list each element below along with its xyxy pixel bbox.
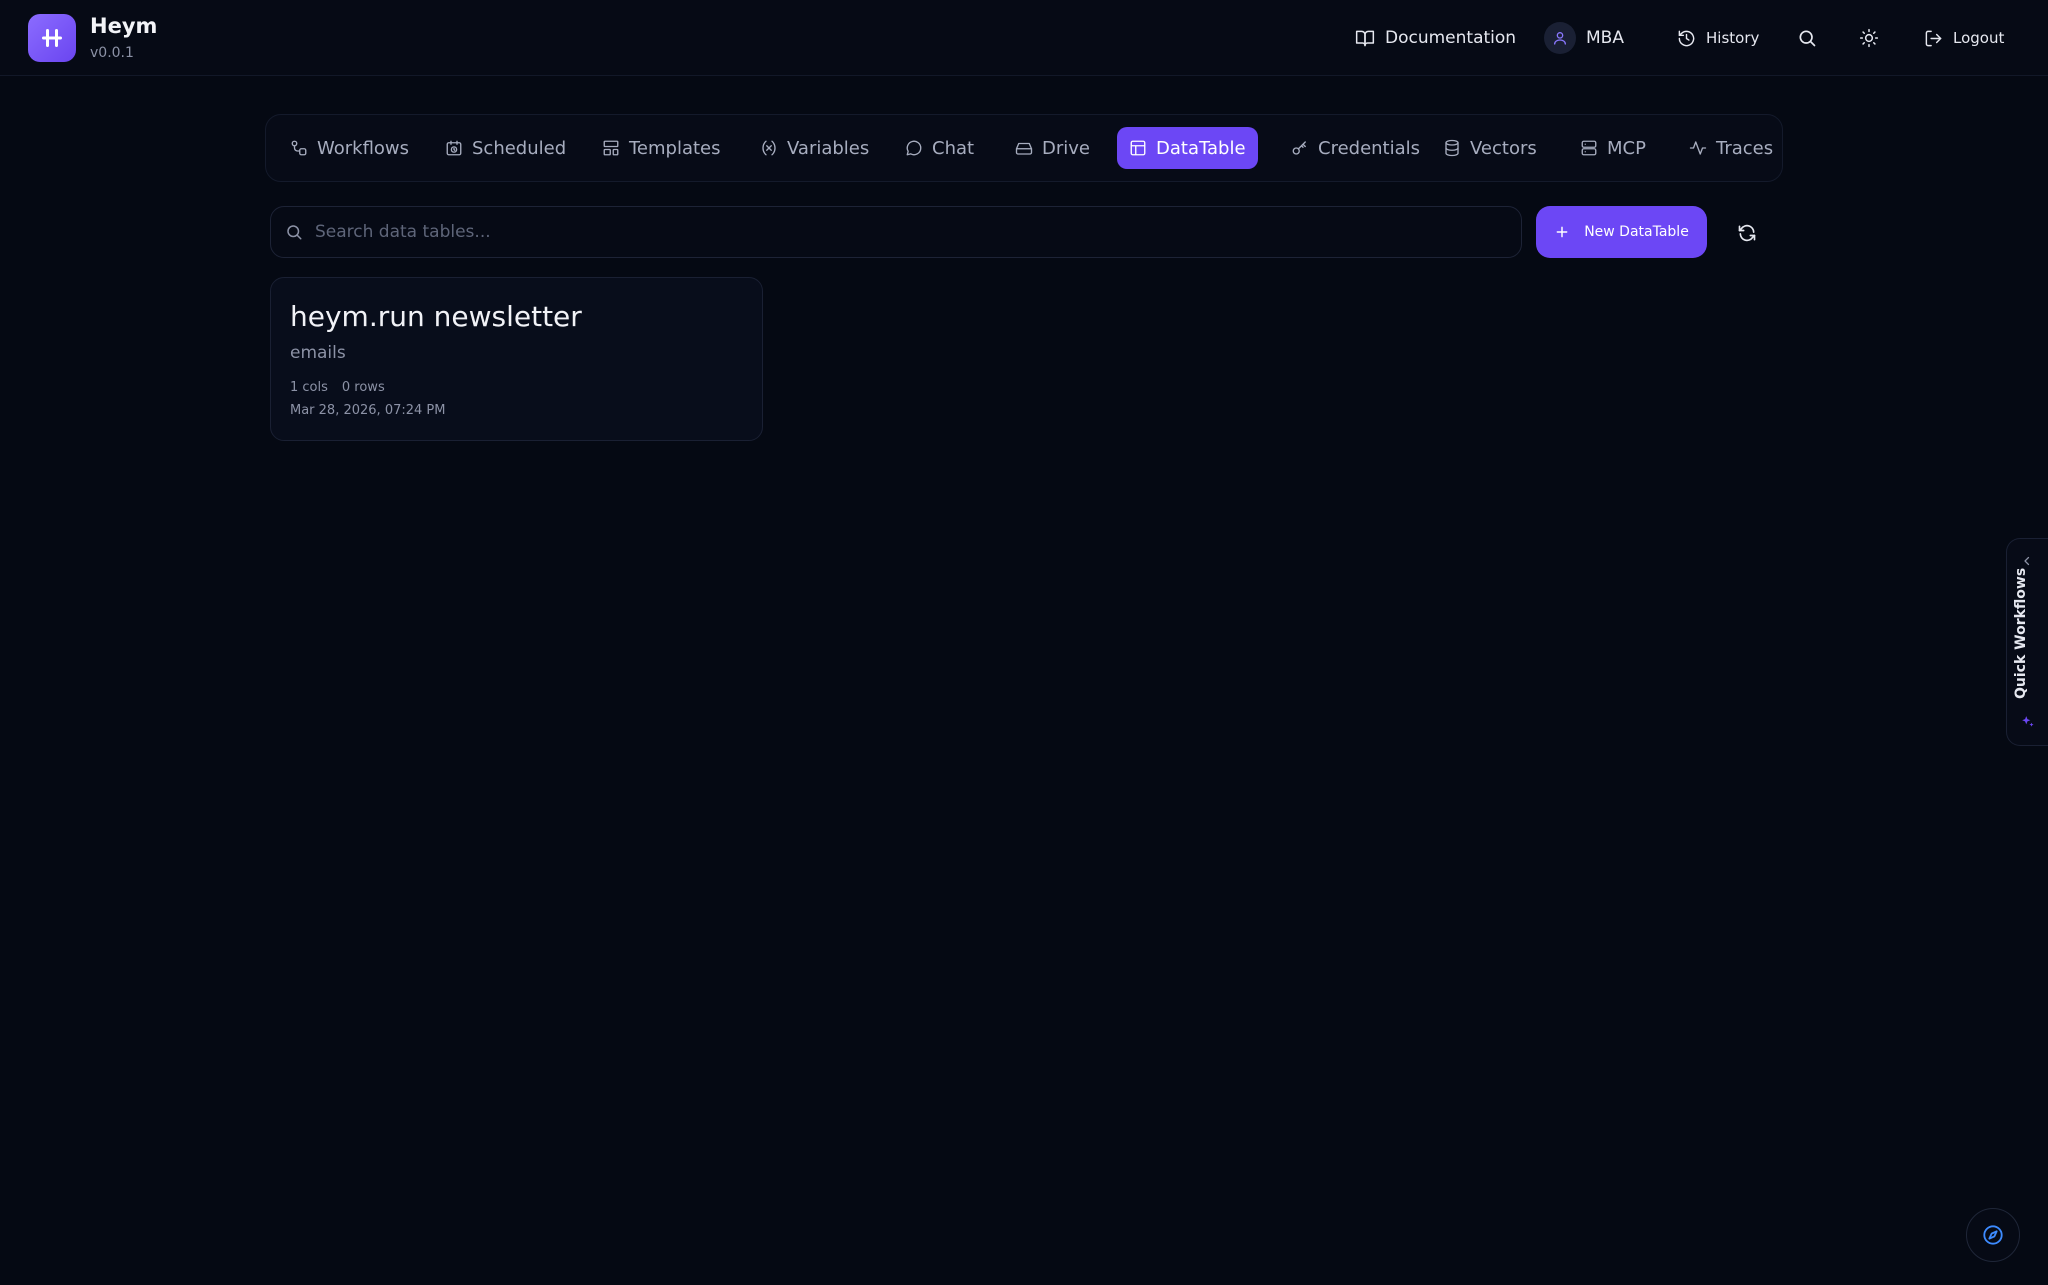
- main-nav: Workflows Scheduled Templates Variables …: [265, 114, 1783, 182]
- refresh-button[interactable]: [1732, 218, 1762, 248]
- theme-toggle[interactable]: [1859, 22, 1879, 54]
- column-count: 1 cols: [290, 380, 328, 395]
- row-count: 0 rows: [341, 380, 385, 395]
- variable-icon: [762, 140, 776, 156]
- tab-label: MCP: [1607, 137, 1646, 159]
- new-datatable-button[interactable]: New DataTable: [1536, 206, 1707, 258]
- compass-icon: [1983, 1225, 2003, 1245]
- datatable-date: Mar 28, 2026, 07:24 PM: [290, 403, 446, 418]
- tab-variables[interactable]: Variables: [748, 127, 881, 169]
- top-header: Heym v0.0.1 Documentation MBA History Lo…: [0, 0, 2048, 76]
- database-icon: [1445, 139, 1459, 157]
- datatable-card[interactable]: heym.run newsletter emails 1 cols 0 rows…: [270, 277, 763, 441]
- tab-vectors[interactable]: Vectors: [1431, 127, 1549, 169]
- avatar: [1544, 22, 1576, 54]
- chat-bubble-icon: [906, 140, 922, 156]
- new-datatable-label: New DataTable: [1584, 224, 1689, 240]
- user-icon: [1554, 32, 1566, 45]
- activity-icon: [1689, 141, 1707, 155]
- template-icon: [603, 140, 619, 156]
- search-input[interactable]: [315, 212, 1521, 252]
- workflows-icon: [291, 140, 307, 156]
- tab-label: Drive: [1042, 137, 1090, 159]
- tab-scheduled[interactable]: Scheduled: [433, 127, 578, 169]
- heym-logo[interactable]: [28, 14, 76, 62]
- chevron-left-icon[interactable]: [2021, 555, 2033, 567]
- tab-label: Variables: [787, 137, 870, 159]
- quick-workflows-panel[interactable]: Quick Workflows: [2006, 538, 2048, 746]
- search-icon: [1799, 30, 1816, 47]
- table-icon: [1130, 140, 1146, 156]
- logout-label: Logout: [1953, 29, 2005, 47]
- datatable-title: heym.run newsletter: [290, 300, 582, 333]
- quick-workflows-label: Quick Workflows: [2013, 567, 2029, 699]
- tab-label: Templates: [629, 137, 721, 159]
- datatable-description: emails: [290, 343, 346, 363]
- key-icon: [1292, 141, 1306, 155]
- tab-label: Chat: [932, 137, 975, 159]
- sun-icon: [1859, 28, 1879, 48]
- tab-workflows[interactable]: Workflows: [278, 127, 421, 169]
- history-icon: [1678, 30, 1695, 46]
- plus-icon: [1556, 226, 1568, 238]
- app-name: Heym: [90, 14, 158, 38]
- tab-mcp[interactable]: MCP: [1568, 127, 1658, 169]
- history-button[interactable]: History: [1677, 22, 1759, 54]
- logout-button[interactable]: Logout: [1924, 22, 2004, 54]
- user-label: MBA: [1586, 28, 1624, 48]
- logo-mark-icon: [42, 29, 62, 47]
- documentation-label: Documentation: [1385, 28, 1517, 48]
- tab-credentials[interactable]: Credentials: [1279, 127, 1432, 169]
- history-label: History: [1706, 29, 1760, 47]
- refresh-icon: [1738, 224, 1756, 242]
- tab-datatable[interactable]: DataTable: [1117, 127, 1258, 169]
- calendar-clock-icon: [446, 140, 462, 156]
- search-icon: [287, 225, 302, 240]
- sparkles-icon: [2022, 716, 2034, 727]
- tab-drive[interactable]: Drive: [1003, 127, 1102, 169]
- tab-templates[interactable]: Templates: [590, 127, 733, 169]
- search-button[interactable]: [1797, 22, 1817, 54]
- tab-label: DataTable: [1156, 137, 1246, 159]
- server-icon: [1581, 140, 1597, 156]
- tab-label: Credentials: [1318, 137, 1421, 159]
- logout-icon: [1925, 30, 1942, 46]
- compass-button[interactable]: [1966, 1208, 2020, 1262]
- user-menu[interactable]: MBA: [1544, 22, 1624, 54]
- drive-icon: [1015, 142, 1033, 155]
- search-container: [270, 206, 1522, 258]
- book-icon: [1355, 30, 1375, 47]
- tab-label: Traces: [1716, 137, 1774, 159]
- documentation-link[interactable]: Documentation: [1355, 22, 1516, 54]
- tab-label: Scheduled: [472, 137, 567, 159]
- tab-chat[interactable]: Chat: [893, 127, 986, 169]
- tab-label: Vectors: [1470, 137, 1537, 159]
- tab-traces[interactable]: Traces: [1677, 127, 1785, 169]
- datatable-stats: 1 cols 0 rows: [290, 380, 385, 395]
- app-version: v0.0.1: [90, 45, 134, 61]
- tab-label: Workflows: [317, 137, 410, 159]
